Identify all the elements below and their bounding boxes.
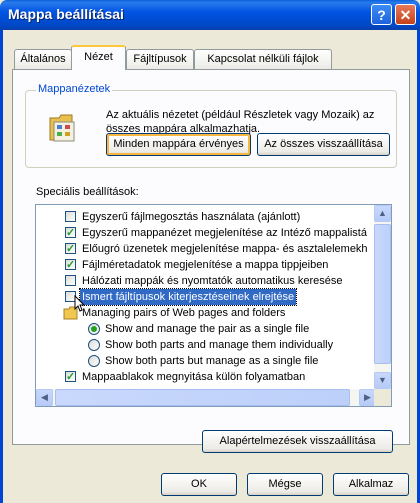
tab-view[interactable]: Nézet — [71, 45, 126, 70]
list-item-label: Show both parts and manage them individu… — [105, 339, 334, 351]
scrollbar-corner — [374, 389, 391, 406]
scroll-up-icon[interactable]: ▲ — [374, 205, 391, 222]
checkbox[interactable] — [65, 275, 76, 286]
apply-to-all-folders-button[interactable]: Minden mappára érvényes — [106, 133, 251, 156]
radio-button[interactable] — [88, 323, 100, 335]
radio-button[interactable] — [88, 339, 100, 351]
checkbox[interactable] — [65, 369, 76, 385]
list-item-label: Fájlméretadatok megjelenítése a mappa ti… — [82, 259, 329, 271]
radio-button[interactable] — [88, 355, 100, 367]
checkbox[interactable] — [65, 225, 76, 241]
advanced-settings-list[interactable]: Egyszerű fájlmegosztás használata (ajánl… — [35, 204, 392, 407]
mouse-pointer-icon — [74, 294, 86, 316]
checkbox[interactable] — [65, 257, 76, 273]
horizontal-scroll-thumb[interactable] — [55, 389, 350, 406]
horizontal-scrollbar[interactable]: ◀ ▶ — [36, 389, 376, 406]
folder-views-icon — [48, 110, 78, 144]
ok-button[interactable]: OK — [161, 473, 237, 496]
tab-file-types[interactable]: Fájltípusok — [126, 49, 194, 69]
vertical-scroll-thumb[interactable] — [374, 224, 391, 364]
list-item-label: Show both parts but manage as a single f… — [105, 355, 319, 367]
checkbox[interactable] — [65, 241, 76, 257]
scroll-down-icon[interactable]: ▼ — [374, 372, 391, 389]
vertical-scrollbar[interactable]: ▲ ▼ — [374, 205, 391, 389]
list-item-label: Ismert fájltípusok kiterjesztéseinek elr… — [78, 288, 298, 306]
folder-views-label: Mappanézetek — [36, 83, 113, 95]
list-item-label: Mappaablakok megnyitása külön folyamatba… — [82, 371, 306, 383]
list-item-label: Egyszerű mappanézet megjelenítése az Int… — [82, 227, 367, 239]
advanced-settings-label: Speciális beállítások: — [36, 186, 139, 198]
tab-offline-files[interactable]: Kapcsolat nélküli fájlok — [194, 49, 332, 69]
folder-views-description: Az aktuális nézetet (például Részletek v… — [106, 109, 375, 135]
cancel-button[interactable]: Mégse — [247, 473, 323, 496]
window-title: Mappa beállításai — [8, 6, 124, 22]
checkbox[interactable] — [65, 211, 76, 222]
scroll-left-icon[interactable]: ◀ — [36, 389, 53, 406]
list-item-label: Hálózati mappák és nyomtatók automatikus… — [82, 275, 343, 287]
close-button[interactable]: ✕ — [395, 4, 416, 25]
list-item-label: Show and manage the pair as a single fil… — [105, 323, 310, 335]
list-item-label: Managing pairs of Web pages and folders — [82, 307, 286, 319]
apply-button[interactable]: Alkalmaz — [333, 473, 409, 496]
tab-general[interactable]: Általános — [14, 49, 72, 69]
window-frame-left — [0, 30, 3, 503]
list-item-label: Előugró üzenetek megjelenítése mappa- és… — [82, 243, 368, 255]
restore-defaults-button[interactable]: Alapértelmezések visszaállítása — [202, 430, 393, 453]
help-button[interactable]: ? — [371, 4, 392, 25]
reset-all-folders-button[interactable]: Az összes visszaállítása — [257, 133, 390, 156]
list-item-label: Egyszerű fájlmegosztás használata (ajánl… — [82, 211, 301, 223]
